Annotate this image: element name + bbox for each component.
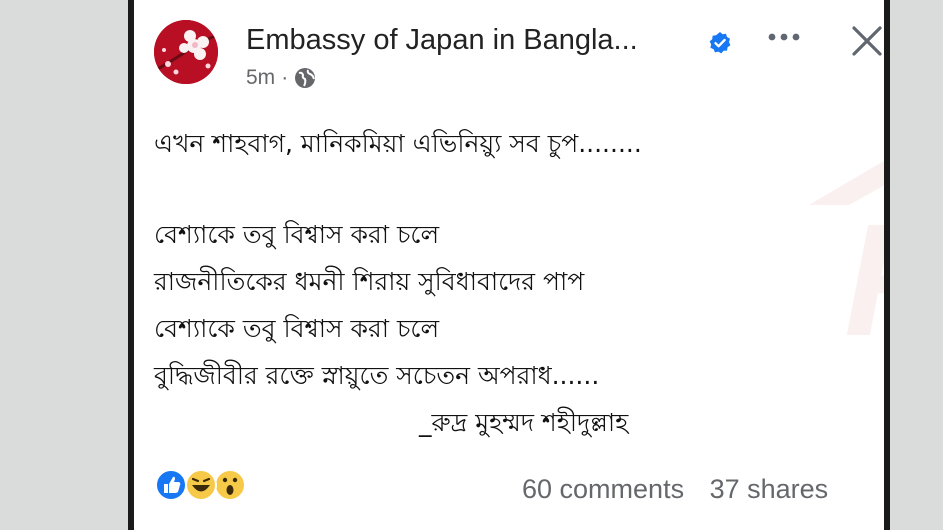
facebook-post: R E	[134, 0, 884, 530]
phone-bezel-right	[884, 0, 890, 530]
screenshot-frame: R E	[0, 0, 943, 530]
comments-count[interactable]: 60 comments	[522, 474, 684, 504]
poem-line: বেশ্যাকে তবু বিশ্বাস করা চলে	[154, 220, 440, 249]
shares-count[interactable]: 37 shares	[710, 474, 829, 504]
post-meta: 5m ·	[246, 66, 316, 90]
meta-separator: ·	[281, 66, 289, 89]
post-line: এখন শাহবাগ, মানিকমিয়া এভিনিয়্যু সব চুপ…	[154, 129, 642, 158]
page-avatar[interactable]	[154, 20, 218, 84]
globe-icon	[295, 68, 316, 88]
verified-badge-icon	[709, 32, 731, 54]
poem-author: _রুদ্র মুহম্মদ শহীদুল্লাহ	[419, 408, 629, 437]
haha-reaction-icon	[185, 469, 217, 501]
post-timestamp[interactable]: 5m	[246, 66, 275, 90]
reaction-icons[interactable]	[154, 468, 250, 502]
page-name-link[interactable]: Embassy of Japan in Bangla...	[246, 24, 638, 57]
poem-line: বেশ্যাকে তবু বিশ্বাস করা চলে	[154, 314, 440, 343]
close-icon[interactable]	[850, 24, 884, 58]
wow-reaction-icon	[214, 469, 246, 501]
post-body: এখন শাহবাগ, মানিকমিয়া এভিনিয়্যু সব চুপ…	[154, 120, 874, 446]
cherry-blossom-icon	[154, 20, 218, 84]
more-options-icon[interactable]	[764, 22, 804, 52]
engagement-stats: 60 comments 37 shares	[522, 474, 828, 505]
like-reaction-icon	[155, 469, 187, 501]
poem-line: রাজনীতিকের ধমনী শিরায় সুবিধাবাদের পাপ	[154, 267, 585, 296]
poem-line: বুদ্ধিজীবীর রক্তে স্নায়ুতে সচেতন অপরাধ.…	[154, 361, 600, 390]
